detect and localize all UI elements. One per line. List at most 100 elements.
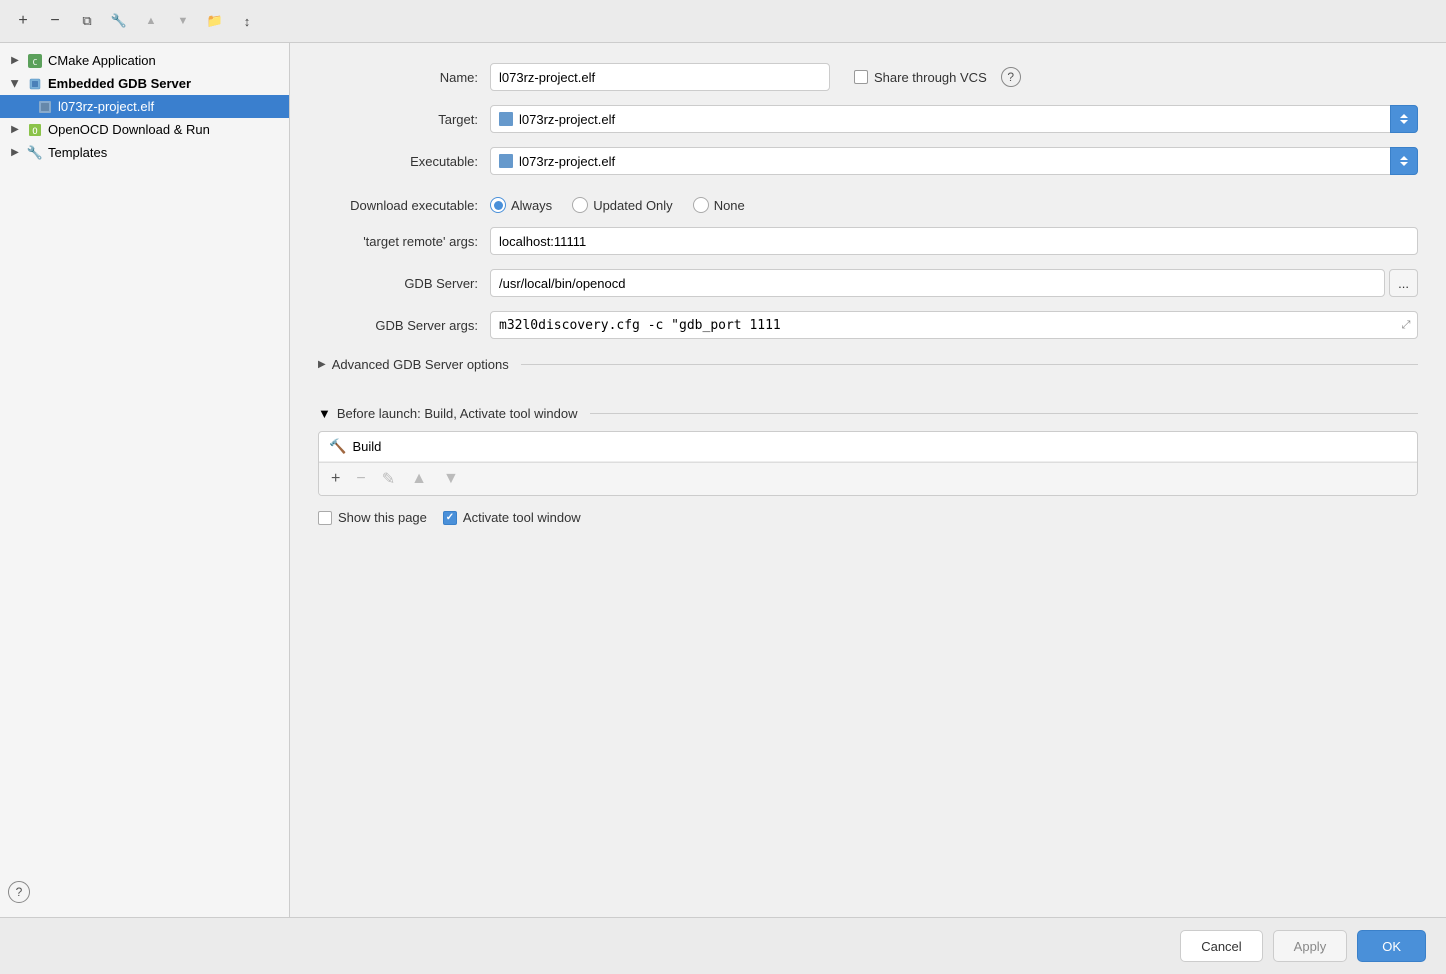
tree-item-embedded-gdb[interactable]: ▶ Embedded GDB Server bbox=[0, 72, 289, 95]
target-remote-label: 'target remote' args: bbox=[318, 234, 478, 249]
name-row: Name: Share through VCS ? bbox=[318, 63, 1418, 91]
elf-icon bbox=[36, 100, 54, 114]
show-page-option[interactable]: Show this page bbox=[318, 510, 427, 525]
launch-add-button[interactable]: + bbox=[327, 468, 344, 490]
before-launch-header[interactable]: ▼ Before launch: Build, Activate tool wi… bbox=[318, 402, 1418, 425]
gdb-server-input-group: ... bbox=[490, 269, 1418, 297]
remove-button[interactable]: − bbox=[42, 8, 68, 34]
launch-up-button[interactable]: ▲ bbox=[407, 468, 431, 490]
copy-icon: ⧉ bbox=[82, 13, 91, 29]
radio-updated-only-label: Updated Only bbox=[593, 198, 673, 213]
gdb-server-args-input[interactable] bbox=[490, 311, 1418, 339]
tree-label-l073rz: l073rz-project.elf bbox=[58, 99, 154, 114]
vcs-help-icon[interactable]: ? bbox=[1001, 67, 1021, 87]
advanced-gdb-chevron: ▶ bbox=[318, 359, 326, 370]
tree-item-l073rz[interactable]: l073rz-project.elf bbox=[0, 95, 289, 118]
add-button[interactable]: + bbox=[10, 8, 36, 34]
chevron-embedded-gdb: ▶ bbox=[8, 77, 22, 91]
show-page-label: Show this page bbox=[338, 510, 427, 525]
left-panel: ▶ C CMake Application ▶ bbox=[0, 43, 290, 917]
activate-window-checkbox[interactable]: ✓ bbox=[443, 511, 457, 525]
sort-icon: ↕ bbox=[244, 14, 251, 29]
build-icon: 🔨 bbox=[329, 438, 346, 455]
gdb-server-args-label: GDB Server args: bbox=[318, 318, 478, 333]
radio-always[interactable]: Always bbox=[490, 197, 552, 213]
wrench-icon: 🔧 bbox=[26, 146, 44, 160]
target-dropdown-arrow[interactable] bbox=[1390, 105, 1418, 133]
advanced-gdb-divider bbox=[521, 364, 1418, 365]
remove-icon: − bbox=[50, 12, 59, 30]
name-label: Name: bbox=[318, 70, 478, 85]
tree-label-embedded-gdb: Embedded GDB Server bbox=[48, 76, 191, 91]
chevron-templates: ▶ bbox=[8, 146, 22, 160]
gdb-server-args-row: GDB Server args: ⤢ bbox=[318, 311, 1418, 339]
settings-button[interactable]: 🔧 bbox=[106, 8, 132, 34]
name-input[interactable] bbox=[490, 63, 830, 91]
radio-updated-only-outer bbox=[572, 197, 588, 213]
openocd-icon: O bbox=[26, 123, 44, 137]
chip-icon bbox=[26, 77, 44, 91]
download-executable-row: Download executable: Always Updated Only bbox=[318, 197, 1418, 213]
ok-button[interactable]: OK bbox=[1357, 930, 1426, 962]
cancel-button[interactable]: Cancel bbox=[1180, 930, 1262, 962]
svg-text:C: C bbox=[33, 58, 38, 67]
gdb-server-browse-button[interactable]: ... bbox=[1389, 269, 1418, 297]
radio-none-label: None bbox=[714, 198, 745, 213]
executable-dropdown-icon bbox=[499, 154, 513, 168]
advanced-gdb-title: Advanced GDB Server options bbox=[332, 357, 509, 372]
settings-icon: 🔧 bbox=[111, 13, 127, 29]
download-radio-group: Always Updated Only None bbox=[490, 197, 745, 213]
launch-down-button[interactable]: ▼ bbox=[439, 468, 463, 490]
add-icon: + bbox=[18, 12, 27, 30]
launch-table: 🔨 Build + − ✎ ▲ bbox=[318, 431, 1418, 496]
build-row[interactable]: 🔨 Build bbox=[319, 432, 1417, 462]
share-vcs-checkbox[interactable] bbox=[854, 70, 868, 84]
apply-button[interactable]: Apply bbox=[1273, 930, 1348, 962]
gdb-server-input[interactable] bbox=[490, 269, 1385, 297]
activate-window-option[interactable]: ✓ Activate tool window bbox=[443, 510, 581, 525]
sort-button[interactable]: ↕ bbox=[234, 8, 260, 34]
tree-item-templates[interactable]: ▶ 🔧 Templates bbox=[0, 141, 289, 164]
before-launch-section: ▼ Before launch: Build, Activate tool wi… bbox=[318, 402, 1418, 496]
args-expand-button[interactable]: ⤢ bbox=[1398, 317, 1414, 333]
radio-updated-only[interactable]: Updated Only bbox=[572, 197, 673, 213]
executable-label: Executable: bbox=[318, 154, 478, 169]
move-down-button[interactable]: ▼ bbox=[170, 8, 196, 34]
launch-remove-icon: − bbox=[356, 470, 365, 487]
copy-button[interactable]: ⧉ bbox=[74, 8, 100, 34]
move-up-button[interactable]: ▲ bbox=[138, 8, 164, 34]
launch-edit-button[interactable]: ✎ bbox=[378, 467, 399, 491]
before-launch-title: Before launch: Build, Activate tool wind… bbox=[337, 406, 578, 421]
folder-button[interactable]: 📁 bbox=[202, 8, 228, 34]
tree-item-openocd[interactable]: ▶ O OpenOCD Download & Run bbox=[0, 118, 289, 141]
executable-dropdown[interactable]: l073rz-project.elf bbox=[490, 147, 1418, 175]
tree-label-cmake: CMake Application bbox=[48, 53, 156, 68]
target-remote-row: 'target remote' args: bbox=[318, 227, 1418, 255]
bottom-left: ? bbox=[0, 873, 289, 911]
help-button[interactable]: ? bbox=[8, 881, 30, 903]
launch-down-icon: ▼ bbox=[443, 470, 459, 487]
radio-none[interactable]: None bbox=[693, 197, 745, 213]
target-dropdown-value: l073rz-project.elf bbox=[519, 112, 615, 127]
show-page-checkbox[interactable] bbox=[318, 511, 332, 525]
radio-always-outer bbox=[490, 197, 506, 213]
target-dropdown[interactable]: l073rz-project.elf bbox=[490, 105, 1418, 133]
gdb-server-label: GDB Server: bbox=[318, 276, 478, 291]
target-remote-input[interactable] bbox=[490, 227, 1418, 255]
bottom-bar: Cancel Apply OK bbox=[0, 917, 1446, 974]
launch-remove-button[interactable]: − bbox=[352, 468, 369, 490]
target-row: Target: l073rz-project.elf bbox=[318, 105, 1418, 133]
folder-icon: 📁 bbox=[207, 13, 223, 29]
advanced-gdb-header[interactable]: ▶ Advanced GDB Server options bbox=[318, 353, 1418, 376]
executable-dropdown-arrow[interactable] bbox=[1390, 147, 1418, 175]
executable-row: Executable: l073rz-project.elf bbox=[318, 147, 1418, 175]
launch-actions: + − ✎ ▲ ▼ bbox=[319, 462, 1417, 495]
executable-dropdown-wrapper: l073rz-project.elf bbox=[490, 147, 1418, 175]
question-icon: ? bbox=[16, 885, 23, 899]
download-executable-label: Download executable: bbox=[318, 198, 478, 213]
tree-item-cmake[interactable]: ▶ C CMake Application bbox=[0, 49, 289, 72]
svg-text:O: O bbox=[32, 127, 37, 137]
target-dropdown-icon bbox=[499, 112, 513, 126]
build-label: Build bbox=[352, 439, 381, 454]
radio-always-inner bbox=[494, 201, 503, 210]
